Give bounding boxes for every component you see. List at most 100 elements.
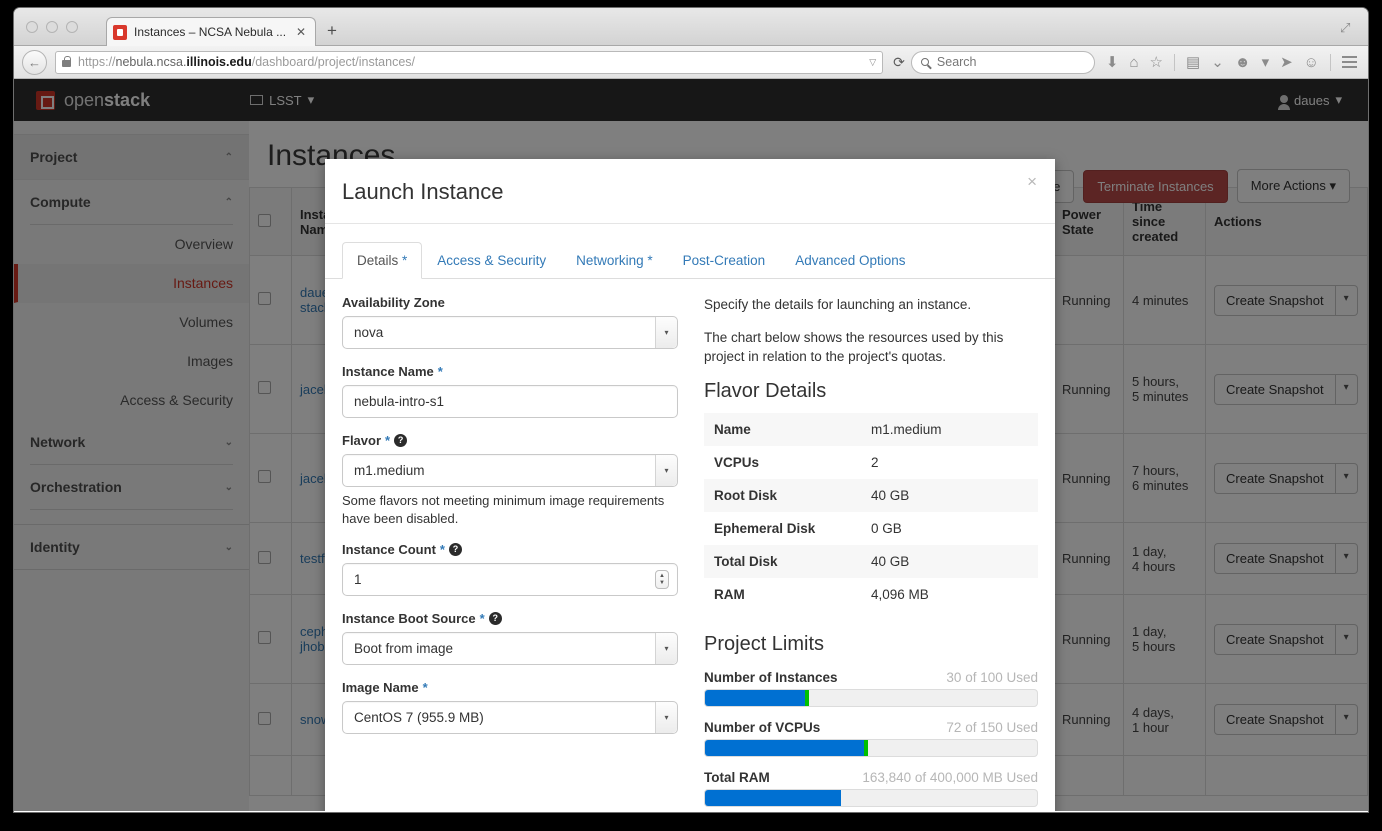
- field-instance-count: Instance Count *? 1 ▲ ▼: [342, 542, 678, 597]
- close-window-button[interactable]: [26, 21, 38, 33]
- browser-toolbar-icons: ⬇ ⌂ ☆ ▤ ⌄ ☻ ▾ ➤ ☺: [1095, 53, 1368, 71]
- maximize-window-button[interactable]: [66, 21, 78, 33]
- download-icon[interactable]: ⬇: [1106, 55, 1119, 70]
- restore-window-icon[interactable]: ⤢: [1340, 21, 1354, 35]
- favicon-icon: [113, 24, 127, 40]
- flavor-details-title: Flavor Details: [704, 379, 827, 402]
- minimize-window-button[interactable]: [46, 21, 58, 33]
- limit-head: Number of VCPUs 72 of 150 Used: [704, 720, 1038, 735]
- instance-boot-source-label: Instance Boot Source *?: [342, 611, 678, 626]
- field-instance-boot-source: Instance Boot Source *? Boot from image ▾: [342, 611, 678, 666]
- help-icon[interactable]: ?: [488, 612, 502, 626]
- extension-icon[interactable]: ☻: [1235, 55, 1251, 70]
- flavor-key: RAM: [714, 586, 745, 602]
- lock-icon: [62, 55, 71, 67]
- reader-view-icon[interactable]: ▤: [1186, 55, 1200, 70]
- modal-tabs: Details * Access & Security Networking *…: [325, 224, 1055, 279]
- url-text: https://nebula.ncsa.illinois.edu/dashboa…: [78, 55, 415, 69]
- label-text: Instance Boot Source: [342, 611, 476, 627]
- table-row: Total Disk 40 GB: [704, 544, 1038, 578]
- pocket-icon[interactable]: ⌄: [1211, 55, 1224, 70]
- stepper-up-icon[interactable]: ▲: [659, 573, 665, 579]
- chevron-down-icon[interactable]: ▾: [655, 317, 677, 348]
- toolbar-divider: [1330, 53, 1331, 71]
- send-tab-icon[interactable]: ➤: [1280, 55, 1293, 70]
- instance-name-input[interactable]: nebula-intro-s1: [342, 385, 678, 418]
- chat-icon[interactable]: ☺: [1304, 55, 1319, 70]
- flavor-value: m1.medium: [870, 421, 942, 437]
- progress-fill: [705, 739, 865, 756]
- window-controls[interactable]: [26, 21, 78, 33]
- bookmark-star-icon[interactable]: ☆: [1150, 55, 1163, 70]
- reload-icon[interactable]: ⟳: [893, 54, 905, 71]
- instance-boot-source-select[interactable]: Boot from image ▾: [342, 632, 678, 666]
- required-marker: *: [422, 680, 428, 696]
- tab-label: Advanced Options: [795, 253, 906, 268]
- progress-fill: [705, 689, 805, 706]
- search-input[interactable]: Search: [910, 50, 1095, 74]
- flavor-hint: Some flavors not meeting minimum image r…: [342, 493, 665, 526]
- tab-networking[interactable]: Networking *: [561, 242, 668, 279]
- tab-post-creation[interactable]: Post-Creation: [668, 242, 781, 279]
- tab-access-security[interactable]: Access & Security: [422, 242, 561, 279]
- label-text: Instance Count: [342, 542, 436, 558]
- tab-label: Post-Creation: [682, 253, 766, 268]
- project-limits-title: Project Limits: [704, 632, 825, 655]
- flavor-value: 2: [870, 454, 879, 470]
- progress-fill: [705, 789, 842, 806]
- modal-header: Launch Instance ×: [325, 159, 1055, 224]
- image-name-value: CentOS 7 (955.9 MB): [354, 710, 484, 726]
- instance-count-input[interactable]: 1: [342, 563, 678, 597]
- chevron-down-icon[interactable]: ▾: [655, 633, 677, 665]
- limit-value: 163,840 of 400,000 MB Used: [862, 769, 1038, 785]
- limit-row-vcpus: Number of VCPUs 72 of 150 Used: [704, 720, 1038, 757]
- chevron-down-icon[interactable]: ▽: [863, 57, 876, 68]
- back-button[interactable]: ←: [22, 49, 47, 75]
- url-bar[interactable]: https://nebula.ncsa.illinois.edu/dashboa…: [55, 50, 884, 74]
- tab-label: Networking: [576, 253, 644, 268]
- browser-tab[interactable]: Instances – NCSA Nebula ... ✕: [106, 17, 316, 46]
- search-placeholder: Search: [936, 55, 977, 69]
- close-icon[interactable]: ×: [1027, 173, 1037, 190]
- quantity-stepper[interactable]: ▲ ▼: [655, 570, 669, 590]
- field-flavor: Flavor *? m1.medium ▾ Some flavors not me…: [342, 433, 678, 527]
- label-text: Instance Name: [342, 364, 434, 379]
- browser-window: Instances – NCSA Nebula ... ✕ + ⤢ ← http…: [14, 8, 1368, 812]
- availability-zone-value: nova: [354, 325, 384, 340]
- chevron-down-icon[interactable]: ▾: [655, 455, 677, 486]
- label-text: Flavor: [342, 433, 382, 448]
- info-paragraph-2: The chart below shows the resources used…: [704, 329, 1004, 365]
- close-icon[interactable]: ✕: [293, 25, 309, 39]
- flavor-key: Name: [714, 421, 751, 437]
- help-icon[interactable]: ?: [448, 543, 462, 557]
- flavor-details-table: Name m1.medium VCPUs 2 Root Disk 40 GB Ephe…: [704, 412, 1038, 611]
- instance-count-wrapper: 1 ▲ ▼: [342, 563, 678, 597]
- tab-advanced-options[interactable]: Advanced Options: [780, 242, 920, 279]
- project-limits: Number of Instances 30 of 100 Used Numbe…: [704, 670, 1038, 807]
- flavor-select[interactable]: m1.medium ▾: [342, 454, 678, 487]
- stepper-down-icon[interactable]: ▼: [659, 580, 665, 586]
- field-availability-zone: Availability Zone nova ▾: [342, 295, 678, 349]
- tab-details[interactable]: Details *: [342, 242, 423, 279]
- home-icon[interactable]: ⌂: [1129, 55, 1138, 70]
- flavor-value: 40 GB: [870, 553, 910, 569]
- tab-label: Access & Security: [437, 253, 547, 268]
- limit-value: 72 of 150 Used: [946, 719, 1038, 735]
- url-scheme: https://: [78, 55, 116, 69]
- limit-head: Number of Instances 30 of 100 Used: [704, 670, 1038, 685]
- info-column: Specify the details for launching an ins…: [704, 295, 1038, 811]
- modal-body: Availability Zone nova ▾ Instance Name * …: [325, 279, 1055, 811]
- new-tab-button[interactable]: +: [327, 22, 337, 39]
- image-name-label: Image Name *: [342, 680, 678, 695]
- search-icon: [920, 58, 929, 66]
- help-icon[interactable]: ?: [394, 434, 408, 447]
- chevron-down-icon[interactable]: ▾: [655, 702, 677, 734]
- page-content: openstack LSST ▾ daues ▾ Project: [14, 79, 1368, 811]
- field-instance-name: Instance Name * nebula-intro-s1: [342, 364, 678, 418]
- chevron-down-icon[interactable]: ▾: [1262, 55, 1270, 70]
- required-marker: *: [402, 253, 408, 268]
- image-name-select[interactable]: CentOS 7 (955.9 MB) ▾: [342, 701, 678, 735]
- menu-icon[interactable]: [1342, 56, 1357, 68]
- availability-zone-select[interactable]: nova ▾: [342, 316, 678, 349]
- form-column: Availability Zone nova ▾ Instance Name * …: [342, 295, 678, 811]
